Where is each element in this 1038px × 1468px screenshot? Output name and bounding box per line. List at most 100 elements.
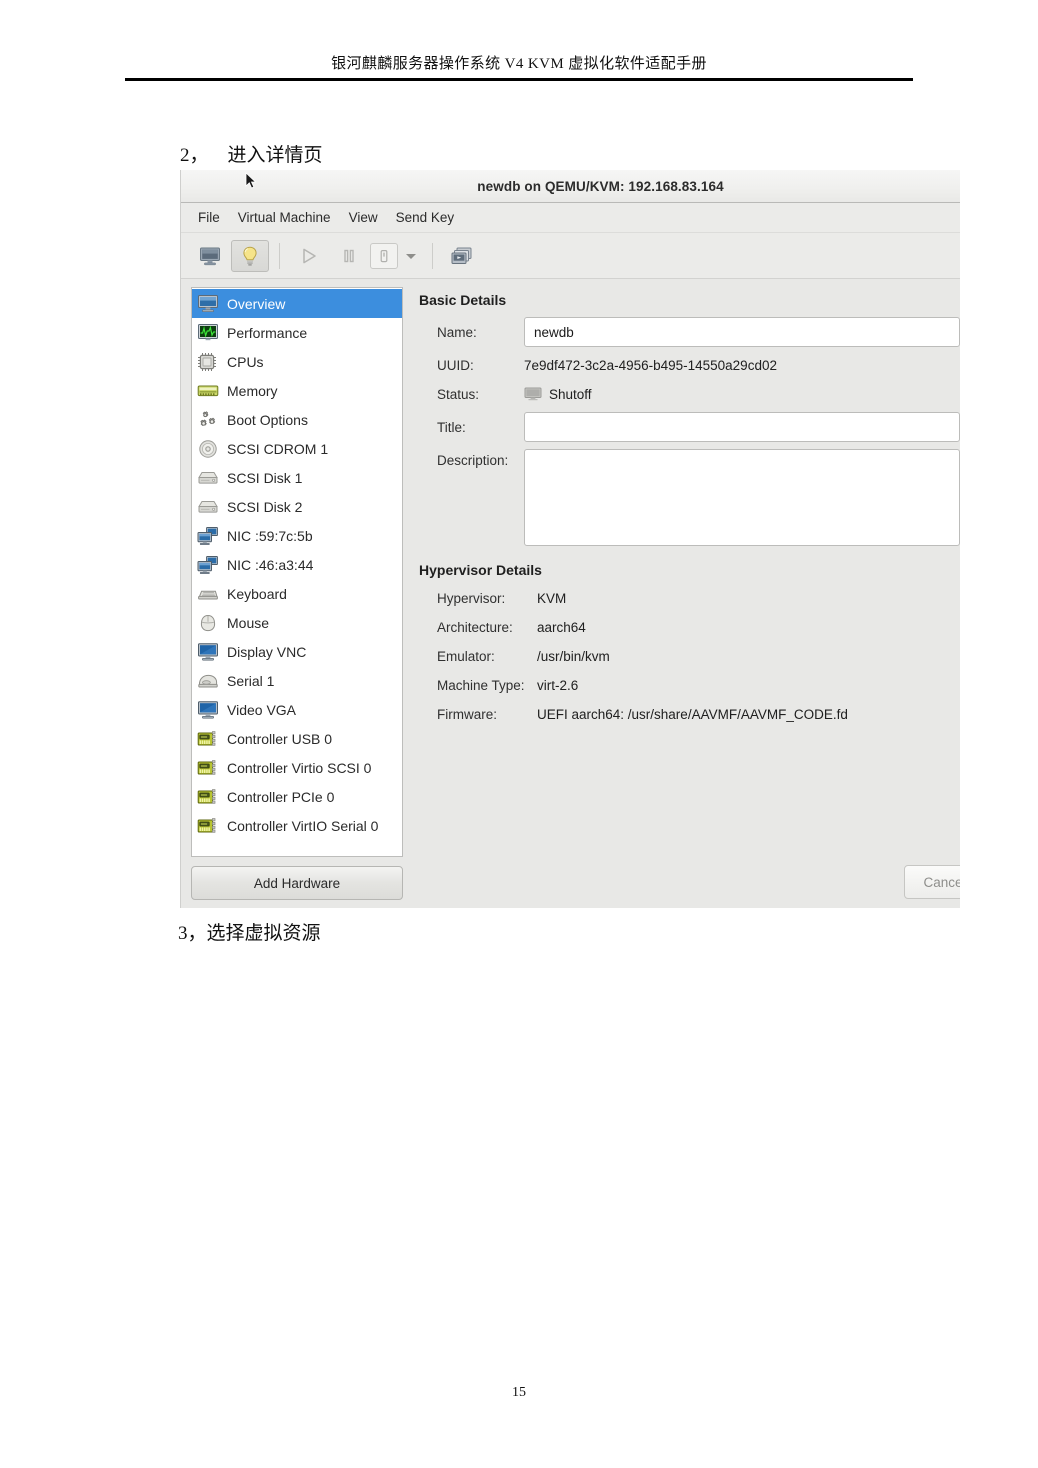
emulator-value: /usr/bin/kvm [537, 648, 610, 664]
sidebar-item-mouse[interactable]: Mouse [192, 608, 402, 637]
run-button[interactable] [290, 240, 328, 272]
add-hardware-button[interactable]: Add Hardware [191, 866, 403, 900]
toolbar-separator-1 [279, 242, 280, 269]
console-view-button[interactable] [191, 240, 229, 272]
sidebar-item-label: Controller USB 0 [227, 730, 333, 747]
sidebar-item-display-vnc[interactable]: Display VNC [192, 637, 402, 666]
menubar: File Virtual Machine View Send Key [181, 203, 960, 233]
menu-virtual-machine[interactable]: Virtual Machine [229, 207, 340, 228]
sidebar-item-keyboard[interactable]: Keyboard [192, 579, 402, 608]
sidebar-item-label: Controller PCIe 0 [227, 788, 335, 805]
sidebar-item-video-vga[interactable]: Video VGA [192, 695, 402, 724]
description-row: Description: [419, 449, 960, 546]
title-row: Title: [419, 412, 960, 442]
mouse-icon [200, 614, 216, 631]
keyboard-icon [198, 590, 218, 599]
hypervisor-value: KVM [537, 590, 567, 606]
controller-card-icon [197, 730, 216, 746]
controller-card-icon [197, 817, 216, 833]
sidebar-item-overview[interactable]: Overview [192, 289, 402, 318]
hypervisor-label: Hypervisor: [437, 590, 506, 606]
sidebar-item-label: Performance [227, 324, 308, 341]
page-number: 15 [512, 1385, 526, 1400]
sidebar-item-label: Serial 1 [227, 672, 275, 689]
monitor-icon [198, 294, 218, 312]
lightbulb-icon [243, 246, 257, 266]
firmware-row: Firmware: UEFI aarch64: /usr/share/AAVMF… [419, 703, 960, 725]
sidebar-item-label: SCSI Disk 1 [227, 469, 303, 486]
sidebar-item-controller-pcie-0[interactable]: Controller PCIe 0 [192, 782, 402, 811]
hypervisor-details-section: Hypervisor Details Hypervisor: KVM Archi… [419, 562, 960, 725]
sidebar-item-label: Memory [227, 382, 278, 399]
machine-type-row: Machine Type: virt-2.6 [419, 674, 960, 696]
window-titlebar: newdb on QEMU/KVM: 192.168.83.164 [181, 170, 960, 203]
shutoff-monitor-icon [524, 387, 542, 401]
mouse-cursor-icon [245, 172, 257, 189]
hardware-sidebar: Overview Performance CPUs Memory Boot Option… [181, 279, 411, 908]
sidebar-item-label: NIC :46:a3:44 [227, 556, 314, 573]
title-input[interactable] [524, 412, 960, 442]
snapshots-button[interactable] [443, 240, 481, 272]
machine-type-value: virt-2.6 [537, 677, 579, 693]
sidebar-item-performance[interactable]: Performance [192, 318, 402, 347]
caret-down-icon [406, 253, 416, 259]
sidebar-item-label: Boot Options [227, 411, 308, 428]
menu-send-key[interactable]: Send Key [387, 207, 464, 228]
name-label: Name: [437, 324, 477, 340]
toolbar [181, 233, 960, 279]
sidebar-item-serial-1[interactable]: Serial 1 [192, 666, 402, 695]
sidebar-item-nic-46-a3-44[interactable]: NIC :46:a3:44 [192, 550, 402, 579]
name-row: Name: newdb [419, 317, 960, 347]
pause-button[interactable] [330, 240, 368, 272]
sidebar-item-label: Display VNC [227, 643, 307, 660]
nic-icon [197, 526, 218, 545]
serial-port-icon [198, 674, 218, 687]
monitor-icon [200, 247, 220, 265]
title-label: Title: [437, 419, 466, 435]
details-pane: Basic Details Name: newdb UUID: 7e9df472… [411, 279, 960, 908]
architecture-row: Architecture: aarch64 [419, 616, 960, 638]
machine-type-label: Machine Type: [437, 677, 525, 693]
uuid-label: UUID: [437, 357, 474, 373]
hypervisor-details-title: Hypervisor Details [419, 562, 542, 578]
cdrom-icon [199, 439, 217, 458]
details-view-button[interactable] [231, 239, 269, 272]
cancel-button[interactable]: Cance [904, 865, 960, 899]
description-textarea[interactable] [524, 449, 960, 546]
menu-file[interactable]: File [189, 207, 229, 228]
sidebar-item-scsi-disk-2[interactable]: SCSI Disk 2 [192, 492, 402, 521]
sidebar-item-scsi-disk-1[interactable]: SCSI Disk 1 [192, 463, 402, 492]
status-row: Status: Shutoff [419, 383, 960, 405]
sidebar-item-nic-59-7c-5b[interactable]: NIC :59:7c:5b [192, 521, 402, 550]
emulator-row: Emulator: /usr/bin/kvm [419, 645, 960, 667]
sidebar-item-boot-options[interactable]: Boot Options [192, 405, 402, 434]
sidebar-item-label: CPUs [227, 353, 264, 370]
hypervisor-row: Hypervisor: KVM [419, 587, 960, 609]
virt-manager-window: newdb on QEMU/KVM: 192.168.83.164 File V… [180, 170, 960, 908]
uuid-value: 7e9df472-3c2a-4956-b495-14550a29cd02 [524, 357, 777, 373]
sidebar-item-scsi-cdrom-1[interactable]: SCSI CDROM 1 [192, 434, 402, 463]
sidebar-item-memory[interactable]: Memory [192, 376, 402, 405]
shutdown-menu-button[interactable] [400, 240, 422, 272]
status-value: Shutoff [549, 386, 592, 402]
sidebar-item-label: Controller VirtIO Serial 0 [227, 817, 379, 834]
menu-view[interactable]: View [340, 207, 387, 228]
sidebar-item-cpus[interactable]: CPUs [192, 347, 402, 376]
sidebar-item-controller-virtio-scsi-0[interactable]: Controller Virtio SCSI 0 [192, 753, 402, 782]
controller-card-icon [197, 788, 216, 804]
disk-icon [198, 500, 218, 513]
window-title: newdb on QEMU/KVM: 192.168.83.164 [477, 178, 724, 194]
status-label: Status: [437, 386, 480, 402]
hardware-list[interactable]: Overview Performance CPUs Memory Boot Option… [191, 287, 403, 857]
toolbar-separator-2 [432, 242, 433, 269]
sidebar-item-controller-usb-0[interactable]: Controller USB 0 [192, 724, 402, 753]
sidebar-item-controller-virtio-serial-0[interactable]: Controller VirtIO Serial 0 [192, 811, 402, 840]
sidebar-item-label: SCSI Disk 2 [227, 498, 303, 515]
memory-icon [197, 385, 219, 396]
snapshots-icon [451, 247, 472, 264]
firmware-value: UEFI aarch64: /usr/share/AAVMF/AAVMF_COD… [537, 706, 848, 722]
name-input[interactable]: newdb [524, 317, 960, 347]
emulator-label: Emulator: [437, 648, 495, 664]
shutdown-button[interactable] [370, 242, 398, 269]
window-body: Overview Performance CPUs Memory Boot Option… [181, 279, 960, 908]
